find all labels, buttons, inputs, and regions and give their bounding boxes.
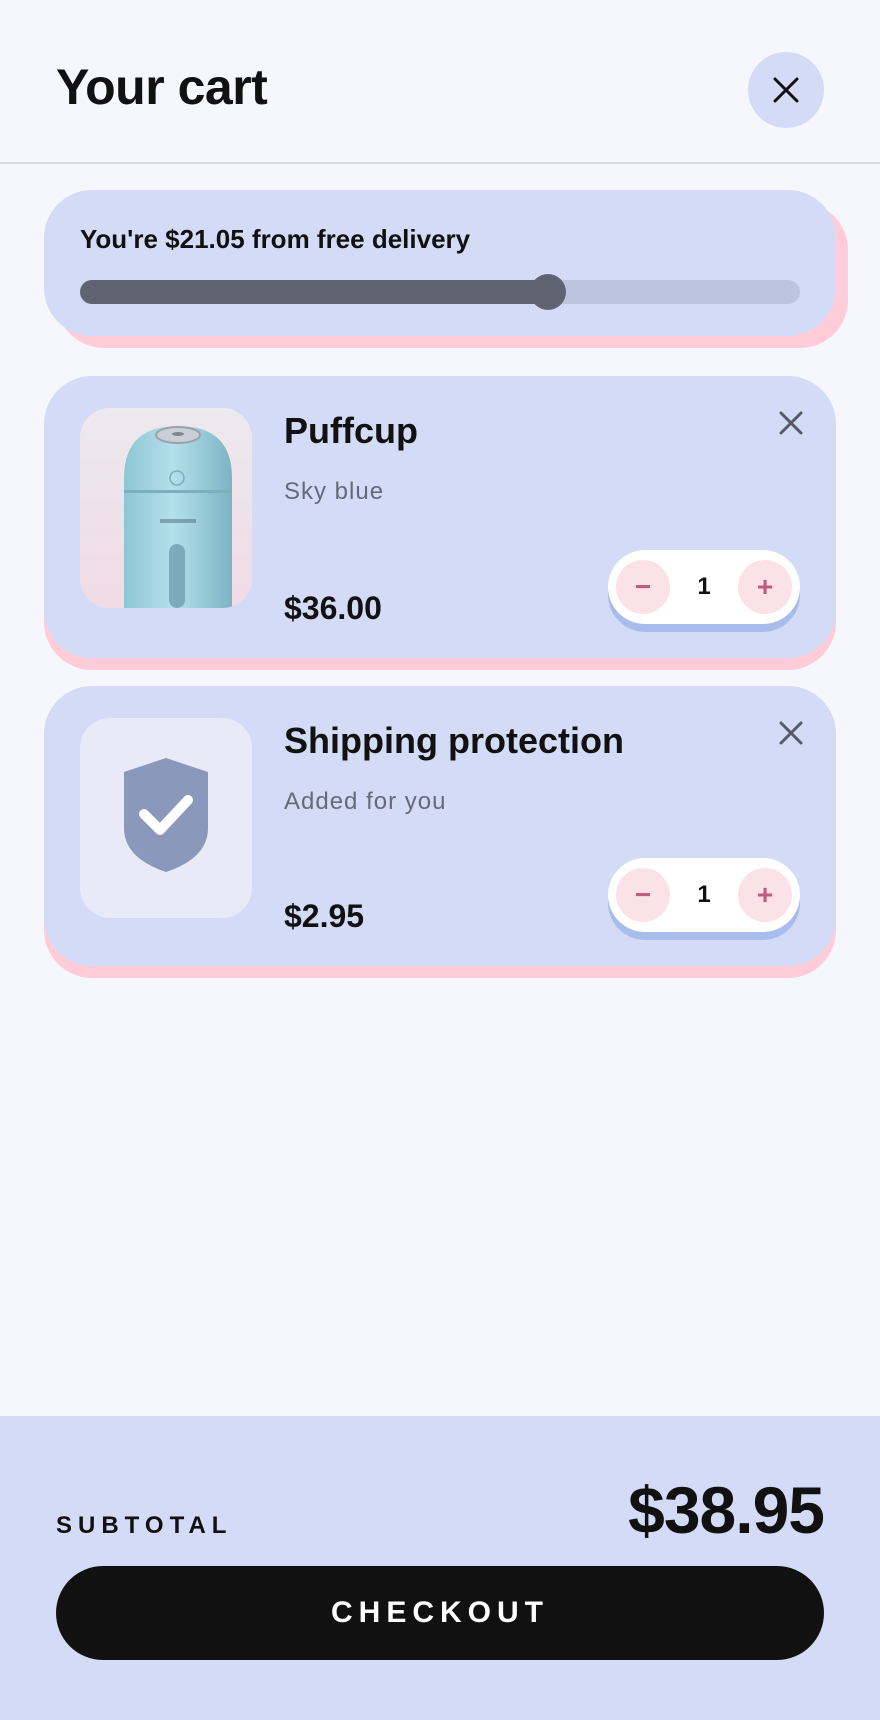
item-price: $2.95 [284, 898, 365, 934]
increase-quantity-button[interactable]: + [738, 868, 792, 922]
quantity-stepper: − 1 + [608, 858, 800, 932]
free-delivery-message: You're $21.05 from free delivery [80, 224, 471, 254]
checkout-button[interactable]: CHECKOUT [56, 1566, 824, 1660]
subtotal-value: $38.95 [628, 1473, 825, 1547]
quantity-value: 1 [697, 881, 711, 908]
item-name: Puffcup [284, 410, 418, 451]
quantity-value: 1 [697, 573, 711, 600]
cart-item: Puffcup Sky blue $36.00 − 1 + [44, 376, 836, 658]
cart-footer: SUBTOTAL $38.95 CHECKOUT [0, 1416, 880, 1720]
close-icon [779, 721, 803, 745]
remove-item-button[interactable] [774, 406, 808, 440]
product-image [80, 408, 252, 608]
item-variant: Added for you [284, 788, 447, 815]
cart-header: Your cart [0, 0, 880, 164]
quantity-stepper: − 1 + [608, 550, 800, 624]
increase-quantity-button[interactable]: + [738, 560, 792, 614]
close-icon [773, 77, 799, 103]
item-name: Shipping protection [284, 720, 624, 761]
decrease-quantity-button[interactable]: − [616, 868, 670, 922]
remove-item-button[interactable] [774, 716, 808, 750]
delivery-progress-fill [80, 280, 548, 304]
close-cart-button[interactable] [748, 52, 824, 128]
delivery-progress-knob [530, 274, 566, 310]
close-icon [779, 411, 803, 435]
item-variant: Sky blue [284, 478, 385, 505]
humidifier-image [80, 408, 252, 608]
subtotal-label: SUBTOTAL [56, 1512, 233, 1539]
item-price: $36.00 [284, 590, 382, 626]
cart-item: Shipping protection Added for you $2.95 … [44, 686, 836, 966]
free-delivery-card: You're $21.05 from free delivery [44, 190, 836, 336]
shipping-protection-image [80, 718, 252, 918]
page-title: Your cart [56, 59, 268, 115]
shield-check-icon [124, 758, 208, 872]
decrease-quantity-button[interactable]: − [616, 560, 670, 614]
delivery-progress-bar [80, 274, 800, 310]
